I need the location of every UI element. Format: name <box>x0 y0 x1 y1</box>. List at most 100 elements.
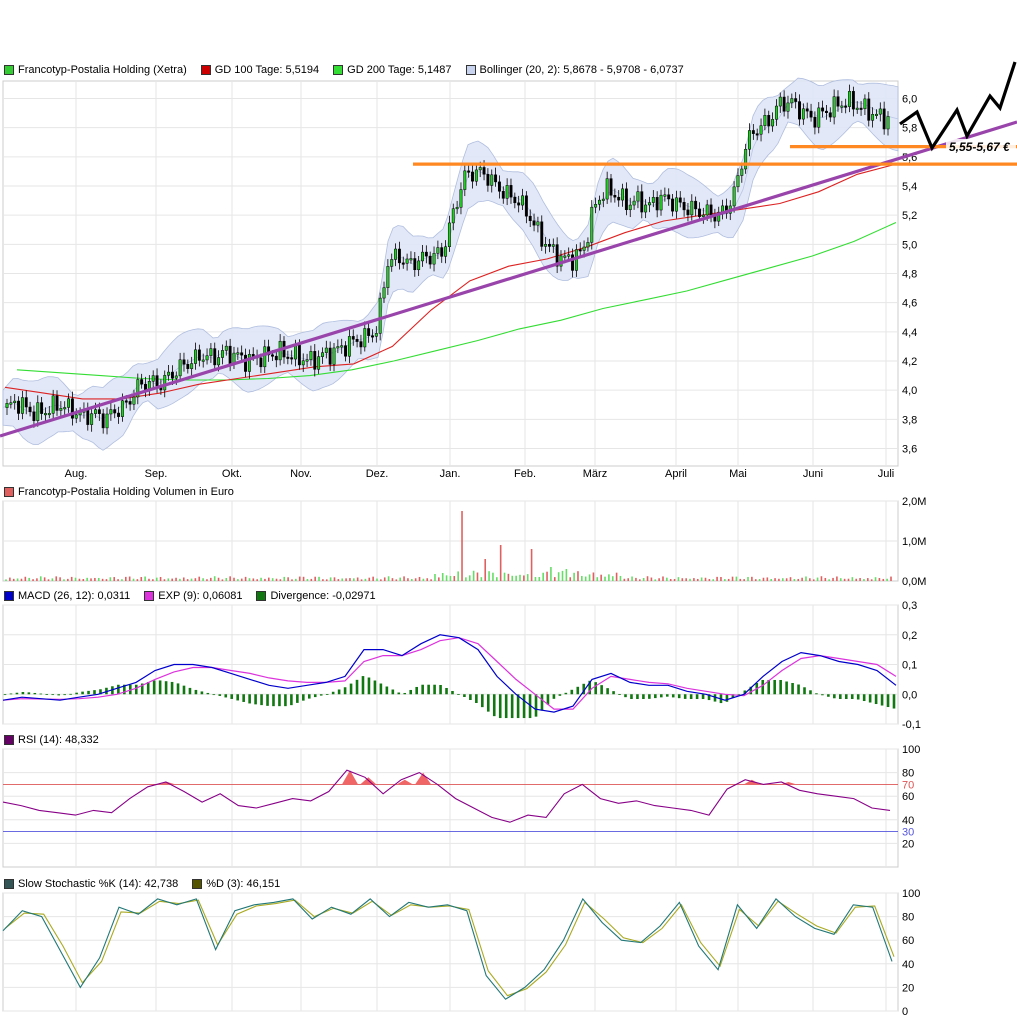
candle-body <box>394 248 398 260</box>
volume-bar <box>762 577 765 581</box>
candle-body <box>805 108 809 112</box>
candle-body <box>748 130 751 150</box>
candle-body <box>340 345 344 348</box>
candle-body <box>494 174 498 183</box>
candle-body <box>313 351 317 370</box>
candle-body <box>120 400 124 417</box>
candle-body <box>36 402 40 421</box>
macd-y-tick: -0,1 <box>902 719 921 731</box>
volume-bar <box>213 576 216 581</box>
candle-body <box>205 355 209 361</box>
candle-body <box>351 336 355 340</box>
candle-body <box>274 355 278 361</box>
volume-bar <box>244 576 247 581</box>
candle-body <box>263 346 267 368</box>
macd-divergence-bar <box>839 694 842 700</box>
macd-divergence-bar <box>439 684 442 695</box>
volume-bar <box>59 577 61 581</box>
macd-divergence-bar <box>809 690 812 695</box>
macd-divergence-bar <box>510 694 514 719</box>
macd-divergence-bar <box>701 694 705 700</box>
volume-bar <box>565 569 568 581</box>
macd-divergence-bar <box>886 694 890 708</box>
candle-body <box>294 345 297 360</box>
candle-body <box>786 102 790 112</box>
candle-body <box>128 401 132 405</box>
volume-bar <box>658 578 660 581</box>
macd-divergence-bar <box>660 694 663 698</box>
chart-area: 3,63,84,04,24,44,64,85,05,25,45,65,86,0A… <box>0 61 1017 1018</box>
candle-body <box>594 204 598 208</box>
candle-body <box>382 287 386 299</box>
macd-divergence-bar <box>296 694 299 703</box>
volume-bar <box>51 578 54 581</box>
volume-bar <box>785 578 788 581</box>
volume-bar <box>74 577 77 581</box>
candle-body <box>736 175 740 188</box>
macd-divergence-bar <box>379 683 383 695</box>
price-y-tick: 5,8 <box>902 123 917 135</box>
volume-bar <box>882 578 885 581</box>
volume-bar <box>267 577 270 581</box>
volume-bar <box>434 574 436 581</box>
candle-body <box>505 185 509 199</box>
candle-body <box>224 345 228 351</box>
candle-body <box>378 297 382 334</box>
volume-bar <box>739 578 742 581</box>
volume-bar <box>588 574 591 581</box>
candle-body <box>209 348 213 356</box>
price-y-tick: 3,8 <box>902 414 917 426</box>
candle-body <box>386 266 390 288</box>
volume-bar <box>271 578 274 581</box>
candle-body <box>840 105 844 108</box>
volume-bar <box>611 576 614 581</box>
candle-body <box>451 208 455 224</box>
candle-body <box>474 169 478 182</box>
volume-bar <box>410 578 413 581</box>
volume-bar <box>727 578 730 581</box>
volume-y-tick: 2,0M <box>902 496 926 508</box>
macd-divergence-bar <box>307 694 311 699</box>
rsi-y-tick: 40 <box>902 815 914 827</box>
macd-divergence-bar <box>236 694 239 701</box>
volume-bar <box>125 576 127 581</box>
price-x-tick: Dez. <box>366 468 389 480</box>
volume-bar <box>287 577 289 581</box>
candle-body <box>186 364 190 369</box>
volume-bar <box>5 579 7 581</box>
macd-divergence-bar <box>284 694 287 707</box>
volume-bar <box>890 576 892 581</box>
candle-body <box>367 328 371 336</box>
volume-bar <box>310 578 313 581</box>
macd-divergence-bar <box>343 687 347 695</box>
macd-divergence-bar <box>421 684 424 695</box>
macd-divergence-bar <box>827 694 830 697</box>
candle-body <box>297 345 301 366</box>
candle-body <box>667 194 671 200</box>
volume-bar <box>329 577 332 581</box>
volume-bar <box>86 577 88 581</box>
candle-body <box>328 347 332 365</box>
volume-bar <box>747 576 749 581</box>
candle-body <box>124 400 128 403</box>
volume-bar <box>824 577 827 581</box>
macd-divergence-bar <box>373 680 377 695</box>
price-x-tick: Juli <box>878 468 895 480</box>
candle-body <box>40 402 44 414</box>
volume-bar <box>283 576 286 581</box>
candle-body <box>798 101 801 120</box>
volume-bar <box>237 579 239 581</box>
volume-bar <box>144 576 146 581</box>
candle-body <box>871 114 875 121</box>
price-x-tick: März <box>583 468 607 480</box>
macd-divergence-bar <box>558 694 562 696</box>
candle-body <box>213 348 217 366</box>
volume-bar <box>155 577 158 581</box>
macd-divergence-bar <box>290 694 293 706</box>
macd-divergence-bar <box>570 689 574 695</box>
macd-divergence-bar <box>654 694 657 699</box>
candle-body <box>517 202 521 206</box>
price-x-tick: April <box>665 468 687 480</box>
candle-body <box>794 98 798 102</box>
volume-bar <box>94 577 96 581</box>
